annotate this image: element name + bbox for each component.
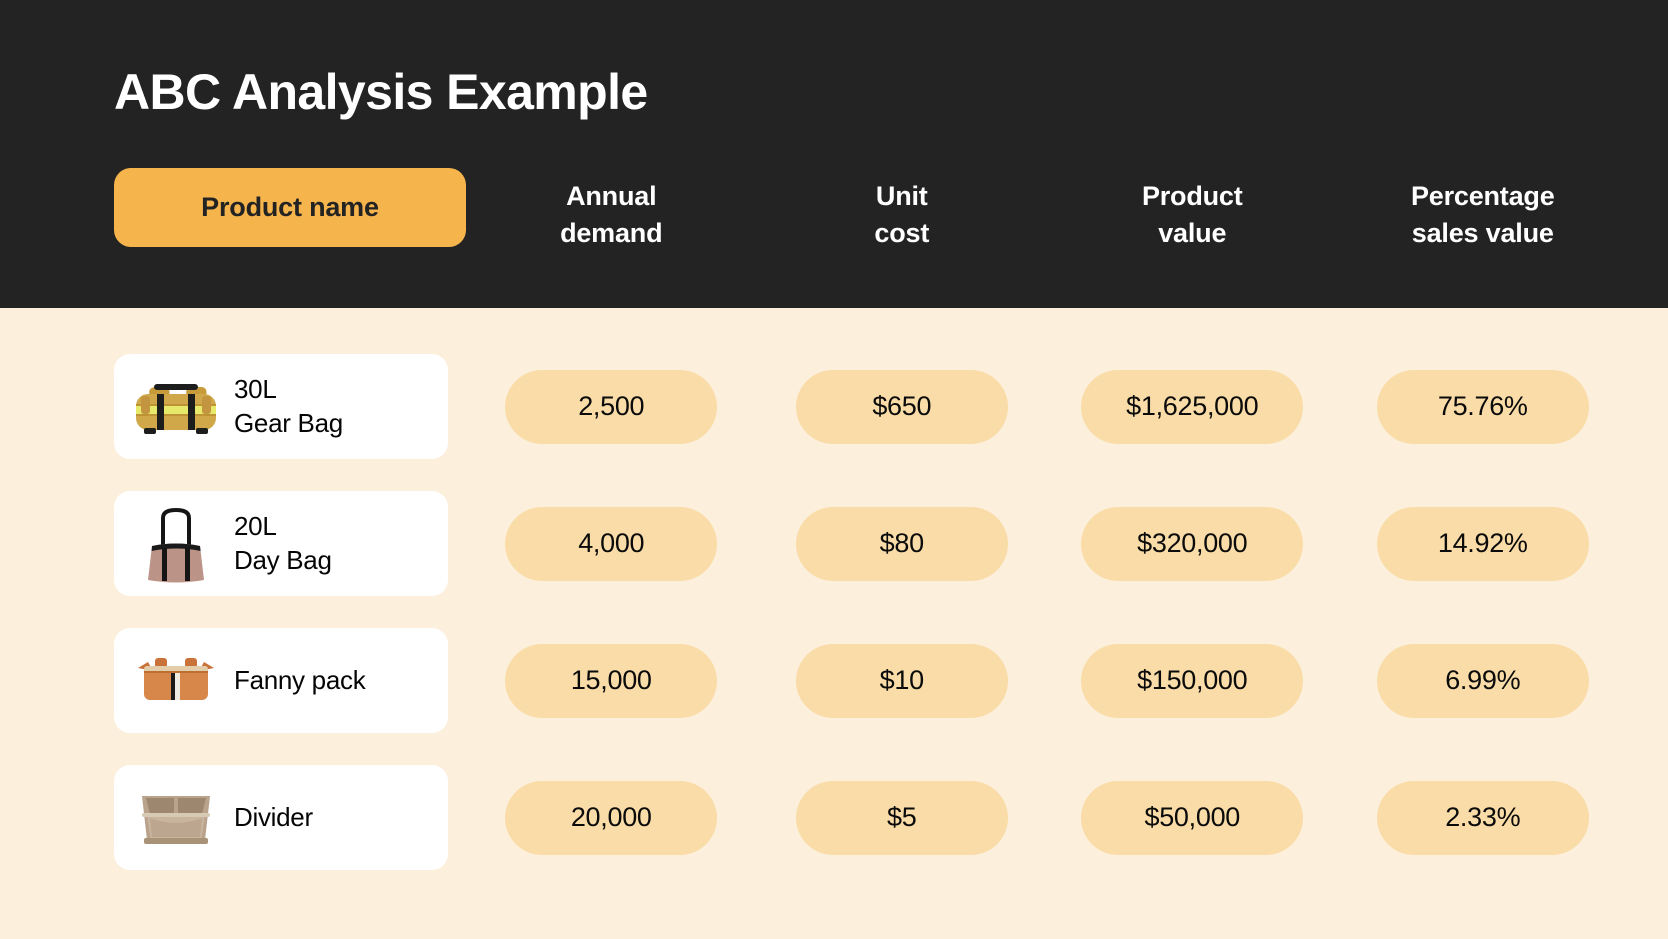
- percentage-sales-value: 6.99%: [1376, 643, 1589, 718]
- annual-demand-value: 2,500: [505, 369, 718, 444]
- bag-divider-organizer-icon: [130, 776, 222, 860]
- table-body: 30L Gear Bag 2,500 $650 $1,625,000 75.76…: [0, 308, 1668, 939]
- annual-demand-cell: 20,000: [466, 780, 757, 855]
- product-value-cell: $320,000: [1047, 506, 1338, 581]
- product-value-value: $150,000: [1081, 643, 1304, 718]
- unit-cost-value: $10: [795, 643, 1008, 718]
- unit-cost-value: $650: [795, 369, 1008, 444]
- unit-cost-cell: $5: [757, 780, 1048, 855]
- page-title: ABC Analysis Example: [114, 64, 648, 120]
- column-header-annual-demand: Annual demand: [466, 168, 757, 253]
- column-header-product-name[interactable]: Product name: [114, 168, 466, 247]
- product-card-day-bag[interactable]: 20L Day Bag: [114, 491, 448, 596]
- annual-demand-cell: 15,000: [466, 643, 757, 718]
- column-header-annual-demand-line2: demand: [560, 218, 663, 249]
- column-header-unit-cost: Unit cost: [757, 168, 1048, 253]
- column-header-product-value-line1: Product: [1141, 181, 1243, 211]
- product-cell: 30L Gear Bag: [0, 354, 466, 459]
- annual-demand-value: 20,000: [505, 780, 718, 855]
- column-header-product-value-line2: value: [1158, 218, 1227, 249]
- fanny-pack-icon: [130, 639, 222, 723]
- unit-cost-cell: $80: [757, 506, 1048, 581]
- product-cell: Fanny pack: [0, 628, 466, 733]
- product-value-cell: $150,000: [1047, 643, 1338, 718]
- product-name-label: 20L Day Bag: [234, 511, 332, 575]
- product-name-label: Fanny pack: [234, 664, 366, 695]
- product-name-label: 30L Gear Bag: [234, 374, 343, 438]
- product-card-divider[interactable]: Divider: [114, 765, 448, 870]
- percentage-sales-value-cell: 2.33%: [1338, 780, 1629, 855]
- column-header-unit-cost-line2: cost: [874, 218, 930, 249]
- table-row: Divider 20,000 $5 $50,000 2.33%: [0, 749, 1628, 886]
- annual-demand-value: 4,000: [505, 506, 718, 581]
- gear-bag-duffel-icon: [130, 365, 222, 449]
- day-bag-tote-icon: [130, 502, 222, 586]
- unit-cost-cell: $10: [757, 643, 1048, 718]
- percentage-sales-value-cell: 6.99%: [1338, 643, 1629, 718]
- percentage-sales-value: 2.33%: [1376, 780, 1589, 855]
- table-row: 20L Day Bag 4,000 $80 $320,000 14.92%: [0, 475, 1628, 612]
- table-row: 30L Gear Bag 2,500 $650 $1,625,000 75.76…: [0, 338, 1628, 475]
- column-header-annual-demand-line1: Annual: [566, 181, 657, 211]
- product-card-gear-bag[interactable]: 30L Gear Bag: [114, 354, 448, 459]
- unit-cost-cell: $650: [757, 369, 1048, 444]
- product-value-value: $50,000: [1081, 780, 1304, 855]
- unit-cost-value: $5: [795, 780, 1008, 855]
- unit-cost-value: $80: [795, 506, 1008, 581]
- percentage-sales-value-cell: 14.92%: [1338, 506, 1629, 581]
- percentage-sales-value: 14.92%: [1376, 506, 1589, 581]
- column-header-row: Product name Annual demand Unit cost Pro…: [0, 168, 1668, 253]
- percentage-sales-value-cell: 75.76%: [1338, 369, 1629, 444]
- column-header-percentage-sales-value: Percentage sales value: [1338, 168, 1629, 253]
- product-name-label: Divider: [234, 801, 313, 832]
- column-header-percentage-line1: Percentage: [1410, 181, 1555, 211]
- table-header: ABC Analysis Example Product name Annual…: [0, 0, 1668, 308]
- annual-demand-cell: 2,500: [466, 369, 757, 444]
- column-header-product-value: Product value: [1047, 168, 1338, 253]
- product-value-value: $320,000: [1081, 506, 1304, 581]
- annual-demand-value: 15,000: [505, 643, 718, 718]
- product-cell: 20L Day Bag: [0, 491, 466, 596]
- percentage-sales-value: 75.76%: [1376, 369, 1589, 444]
- column-header-unit-cost-line1: Unit: [875, 181, 928, 211]
- product-value-value: $1,625,000: [1081, 369, 1304, 444]
- table-row: Fanny pack 15,000 $10 $150,000 6.99%: [0, 612, 1628, 749]
- annual-demand-cell: 4,000: [466, 506, 757, 581]
- product-value-cell: $1,625,000: [1047, 369, 1338, 444]
- product-card-fanny-pack[interactable]: Fanny pack: [114, 628, 448, 733]
- product-value-cell: $50,000: [1047, 780, 1338, 855]
- column-header-product-cell: Product name: [0, 168, 466, 247]
- product-cell: Divider: [0, 765, 466, 870]
- column-header-percentage-line2: sales value: [1411, 218, 1554, 249]
- abc-analysis-table: ABC Analysis Example Product name Annual…: [0, 0, 1668, 939]
